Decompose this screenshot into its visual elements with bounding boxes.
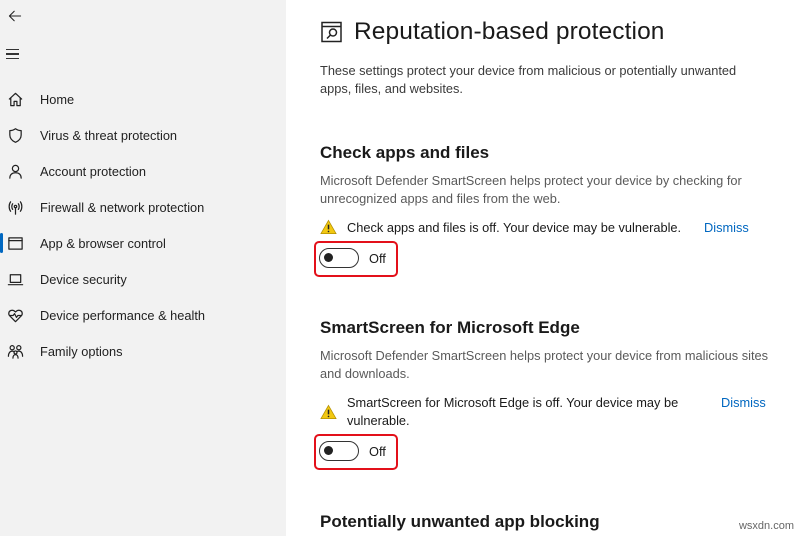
shield-icon bbox=[6, 126, 24, 144]
section-title: SmartScreen for Microsoft Edge bbox=[320, 318, 580, 337]
sidebar-item-label: Home bbox=[40, 91, 75, 107]
page-title: Reputation-based protection bbox=[354, 18, 665, 45]
toggle-state-label: Off bbox=[369, 444, 386, 459]
warning-row: SmartScreen for Microsoft Edge is off. Y… bbox=[320, 394, 780, 432]
warning-text: Check apps and files is off. Your device… bbox=[347, 220, 682, 235]
hamburger-icon-line bbox=[6, 49, 19, 51]
app-window-icon bbox=[6, 234, 24, 252]
warning-icon bbox=[320, 219, 337, 234]
sidebar-item-firewall-network-protection[interactable]: Firewall & network protection bbox=[0, 189, 286, 225]
sidebar-item-virus-threat-protection[interactable]: Virus & threat protection bbox=[0, 117, 286, 153]
sidebar-item-home[interactable]: Home bbox=[0, 81, 286, 117]
heart-pulse-icon bbox=[6, 306, 24, 324]
warning-row: Check apps and files is off. Your device… bbox=[320, 219, 780, 239]
section-pua-blocking: Potentially unwanted app blocking bbox=[320, 512, 780, 532]
family-icon bbox=[6, 342, 24, 360]
dismiss-link[interactable]: Dismiss bbox=[721, 394, 766, 412]
sidebar-item-app-browser-control[interactable]: App & browser control bbox=[0, 225, 286, 261]
person-icon bbox=[6, 162, 24, 180]
section-description: Microsoft Defender SmartScreen helps pro… bbox=[320, 173, 742, 206]
warning-icon bbox=[320, 404, 337, 419]
section-check-apps-and-files: Check apps and files Microsoft Defender … bbox=[320, 143, 780, 239]
smartscreen-edge-toggle[interactable] bbox=[319, 441, 359, 461]
check-apps-files-toggle[interactable] bbox=[319, 248, 359, 268]
section-title: Check apps and files bbox=[320, 143, 490, 162]
back-button[interactable] bbox=[5, 6, 25, 26]
toggle-knob bbox=[324, 446, 333, 455]
sidebar-item-label: Family options bbox=[40, 343, 123, 359]
section-smartscreen-edge: SmartScreen for Microsoft Edge Microsoft… bbox=[320, 318, 780, 432]
sidebar-item-label: Device security bbox=[40, 271, 127, 287]
section-title: Potentially unwanted app blocking bbox=[320, 512, 600, 531]
sidebar-item-family-options[interactable]: Family options bbox=[0, 333, 286, 369]
hamburger-icon-line bbox=[6, 57, 19, 59]
laptop-icon bbox=[6, 270, 24, 288]
reputation-search-icon bbox=[321, 21, 342, 43]
watermark-text: wsxdn.com bbox=[738, 520, 794, 532]
page-description: These settings protect your device from … bbox=[320, 63, 737, 96]
section-description: Microsoft Defender SmartScreen helps pro… bbox=[320, 348, 769, 381]
page-header: Reputation-based protection bbox=[320, 18, 665, 46]
toggle-highlight-box: Off bbox=[314, 241, 398, 277]
sidebar-item-device-performance-health[interactable]: Device performance & health bbox=[0, 297, 286, 333]
toggle-highlight-box: Off bbox=[314, 434, 398, 470]
back-arrow-icon bbox=[8, 10, 22, 22]
antenna-icon bbox=[6, 198, 24, 216]
home-icon bbox=[6, 90, 24, 108]
main-content: Reputation-based protection These settin… bbox=[286, 0, 800, 536]
sidebar-item-label: Device performance & health bbox=[40, 307, 206, 323]
warning-text: SmartScreen for Microsoft Edge is off. Y… bbox=[347, 395, 679, 428]
sidebar-nav: Home Virus & threat protection Account p… bbox=[0, 81, 286, 369]
sidebar-item-label: Virus & threat protection bbox=[40, 127, 178, 143]
toggle-state-label: Off bbox=[369, 251, 386, 266]
sidebar-item-account-protection[interactable]: Account protection bbox=[0, 153, 286, 189]
hamburger-icon-line bbox=[6, 53, 19, 55]
sidebar-item-label: Account protection bbox=[40, 163, 146, 179]
sidebar-item-label: App & browser control bbox=[40, 235, 166, 251]
sidebar: Home Virus & threat protection Account p… bbox=[0, 0, 286, 536]
toggle-knob bbox=[324, 253, 333, 262]
hamburger-menu-button[interactable] bbox=[6, 46, 24, 62]
dismiss-link[interactable]: Dismiss bbox=[704, 219, 749, 237]
sidebar-item-label: Firewall & network protection bbox=[40, 199, 205, 215]
sidebar-item-device-security[interactable]: Device security bbox=[0, 261, 286, 297]
